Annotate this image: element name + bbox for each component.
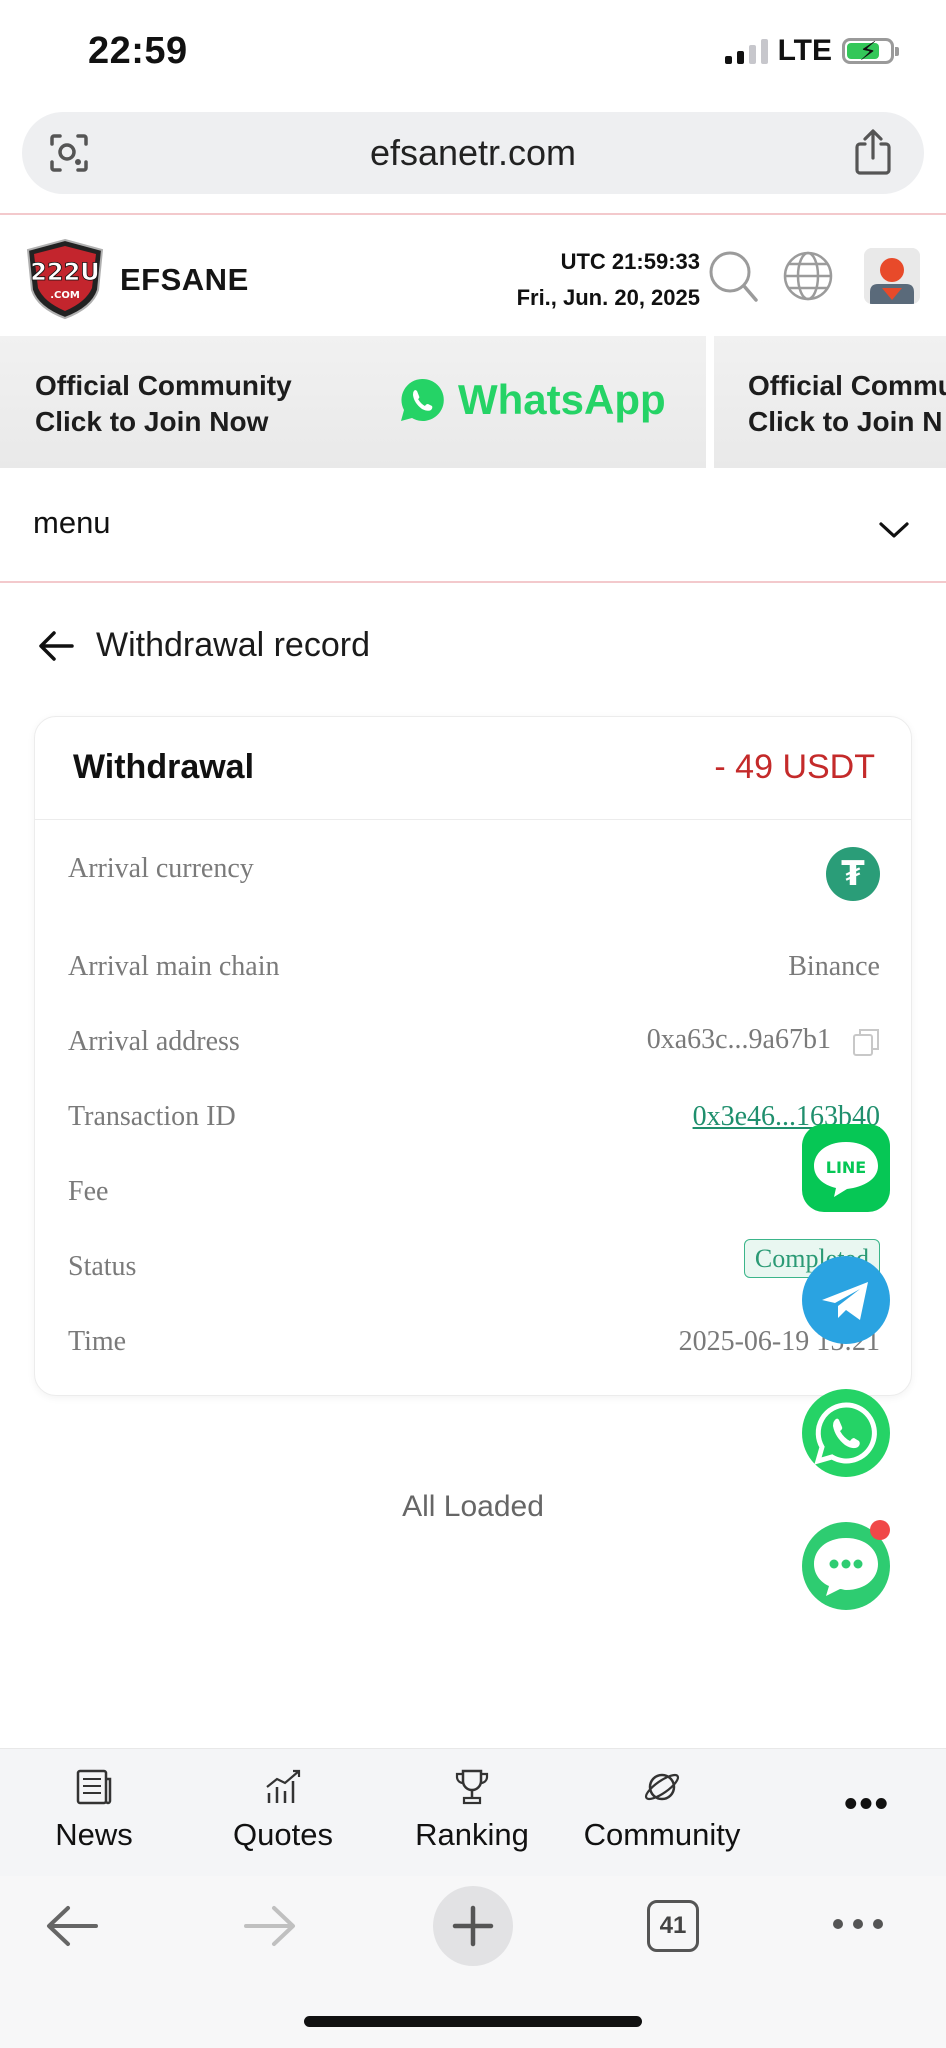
site-logo-text[interactable]: EFSANE xyxy=(120,262,249,298)
tether-usdt-icon: ₮ xyxy=(826,847,880,901)
list-end-message: All Loaded xyxy=(402,1490,544,1523)
banner-repeat-line2: Click to Join N xyxy=(748,406,943,437)
line-label: LINE xyxy=(826,1158,866,1177)
user-avatar[interactable] xyxy=(864,248,920,304)
battery-icon: ⚡ xyxy=(842,36,899,66)
nav-ranking-label: Ranking xyxy=(415,1817,529,1852)
menu-toggle-label[interactable]: menu xyxy=(33,505,111,541)
telegram-contact-button[interactable] xyxy=(802,1256,890,1344)
divider xyxy=(0,213,946,215)
nav-ranking[interactable]: Ranking xyxy=(392,1767,552,1853)
line-contact-button[interactable]: LINE xyxy=(802,1124,890,1212)
address-bar[interactable]: efsanetr.com xyxy=(22,112,924,194)
whatsapp-community-banner[interactable]: Official Community Click to Join Now Wha… xyxy=(0,336,946,468)
status-indicators: LTE ⚡ xyxy=(724,34,899,68)
signal-icon xyxy=(724,38,768,64)
status-label: Status xyxy=(68,1251,137,1282)
whatsapp-icon xyxy=(814,1402,877,1465)
telegram-icon xyxy=(822,1282,868,1320)
chevron-down-icon[interactable] xyxy=(878,520,910,540)
copy-icon[interactable] xyxy=(852,1027,880,1057)
divider xyxy=(35,819,911,820)
status-time: 22:59 xyxy=(88,30,188,72)
logo-badge-sub: .COM xyxy=(50,290,80,301)
planet-icon xyxy=(644,1773,680,1801)
logo-badge-text: 222U xyxy=(30,258,100,286)
line-icon: LINE xyxy=(814,1142,878,1197)
browser-back-icon[interactable] xyxy=(44,1904,100,1948)
tab-count-button[interactable]: 41 xyxy=(647,1900,699,1952)
banner-whatsapp-label: WhatsApp xyxy=(458,376,666,423)
whatsapp-icon xyxy=(401,378,444,421)
arrival-address-value: 0xa63c...9a67b1 xyxy=(646,1024,831,1055)
transaction-id-label: Transaction ID xyxy=(68,1101,236,1132)
arrival-address-row: 0xa63c...9a67b1 xyxy=(647,1024,880,1057)
time-label: Time xyxy=(68,1326,127,1357)
nav-news[interactable]: News xyxy=(14,1767,174,1853)
nav-quotes[interactable]: Quotes xyxy=(203,1767,363,1853)
banner-separator xyxy=(706,336,714,468)
plus-icon xyxy=(452,1905,494,1947)
new-tab-button[interactable] xyxy=(433,1886,513,1966)
header-datetime: UTC 21:59:33 Fri., Jun. 20, 2025 xyxy=(440,244,700,316)
nav-community-label: Community xyxy=(583,1817,741,1852)
url-text[interactable]: efsanetr.com xyxy=(22,132,924,174)
record-type: Withdrawal xyxy=(73,748,255,786)
back-arrow-icon[interactable] xyxy=(38,628,74,664)
notification-dot xyxy=(870,1520,890,1540)
browser-more-icon[interactable] xyxy=(832,1916,884,1932)
arrival-currency-label: Arrival currency xyxy=(68,853,254,884)
banner-line1: Official Community xyxy=(35,370,292,401)
search-icon[interactable] xyxy=(708,248,758,304)
banner-whatsapp: WhatsApp xyxy=(398,376,666,424)
arrival-main-chain-value: Binance xyxy=(788,951,880,982)
site-logo-badge[interactable]: 222U .COM xyxy=(22,236,108,320)
arrival-address-label: Arrival address xyxy=(68,1026,240,1057)
network-label: LTE xyxy=(777,34,832,67)
newspaper-icon xyxy=(76,1769,112,1805)
banner-repeat-line1: Official Commu xyxy=(748,370,946,401)
whatsapp-contact-button[interactable] xyxy=(802,1389,890,1477)
globe-icon[interactable] xyxy=(782,250,834,302)
avatar-icon xyxy=(864,248,920,304)
header-date: Fri., Jun. 20, 2025 xyxy=(516,285,700,310)
withdrawal-record-card: Withdrawal - 49 USDT Arrival currency ₮ … xyxy=(34,716,912,1396)
fee-label: Fee xyxy=(68,1176,109,1207)
divider xyxy=(0,581,946,583)
bottom-nav: News Quotes Ranking Community ••• xyxy=(0,1748,946,1877)
utc-time: UTC 21:59:33 xyxy=(560,249,700,274)
home-indicator xyxy=(304,2016,642,2027)
banner-line2: Click to Join Now xyxy=(35,406,269,437)
share-icon[interactable] xyxy=(852,128,894,176)
chart-icon xyxy=(266,1769,301,1803)
arrival-main-chain-label: Arrival main chain xyxy=(68,951,280,982)
nav-quotes-label: Quotes xyxy=(233,1817,333,1852)
trophy-icon xyxy=(455,1769,489,1805)
page-title: Withdrawal record xyxy=(96,626,370,664)
browser-forward-icon[interactable] xyxy=(242,1904,298,1948)
nav-community[interactable]: Community xyxy=(562,1767,762,1853)
nav-more-button[interactable]: ••• xyxy=(844,1783,890,1826)
record-amount: - 49 USDT xyxy=(714,748,875,786)
nav-news-label: News xyxy=(55,1817,133,1852)
